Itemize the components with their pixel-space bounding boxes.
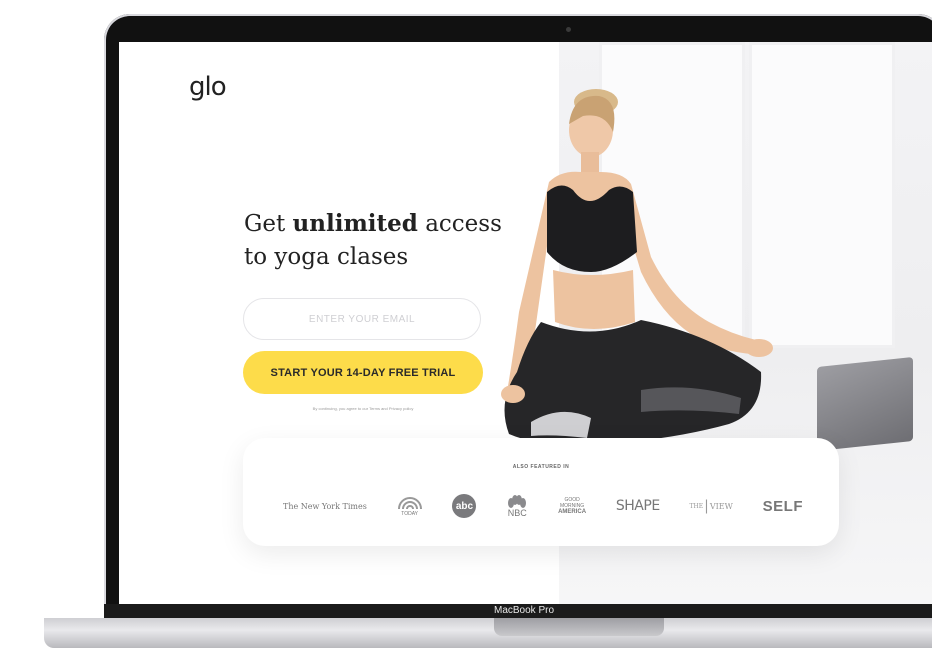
view-the: THE bbox=[689, 502, 704, 510]
gma-logo: GOOD MORNING AMERICA bbox=[558, 497, 586, 515]
press-logos: The New York Times TODAY abc NBC GOOD MO… bbox=[283, 486, 803, 526]
laptop-notch bbox=[494, 618, 664, 636]
today-rainbow-icon bbox=[397, 497, 422, 510]
self-logo: SELF bbox=[762, 497, 803, 515]
nyt-logo: The New York Times bbox=[283, 501, 367, 511]
email-input[interactable] bbox=[243, 298, 481, 340]
shape-logo: SHAPE bbox=[615, 498, 660, 514]
nbc-label: NBC bbox=[507, 508, 527, 518]
headline-bold: unlimited bbox=[292, 210, 418, 237]
headline-prefix: Get bbox=[244, 211, 293, 237]
laptop-bezel-bottom: MacBook Pro bbox=[104, 604, 932, 618]
screen: glo Get unlimited access to yoga clases … bbox=[119, 42, 932, 604]
featured-label: ALSO FEATURED IN bbox=[512, 464, 570, 470]
camera-dot bbox=[566, 27, 571, 32]
headline-line2: to yoga clases bbox=[244, 244, 409, 270]
the-view-logo: THE | VIEW bbox=[689, 498, 733, 514]
brand-logo[interactable]: glo bbox=[189, 72, 227, 102]
laptop-base bbox=[44, 618, 932, 648]
background-laptop bbox=[817, 356, 913, 452]
yoga-woman-image bbox=[501, 89, 773, 445]
abc-logo: abc bbox=[452, 494, 477, 518]
device-label: MacBook Pro bbox=[493, 605, 555, 616]
today-logo: TODAY bbox=[397, 495, 423, 517]
nbc-logo: NBC bbox=[506, 494, 528, 518]
today-label: TODAY bbox=[401, 511, 419, 517]
abc-label: abc bbox=[455, 500, 474, 512]
headline: Get unlimited access to yoga clases bbox=[244, 207, 514, 274]
featured-in-card: ALSO FEATURED IN The New York Times TODA… bbox=[243, 438, 839, 546]
start-trial-button[interactable]: START YOUR 14-DAY FREE TRIAL bbox=[243, 351, 483, 394]
headline-suffix: access bbox=[417, 211, 502, 237]
view-view: VIEW bbox=[709, 501, 733, 511]
disclaimer-text: By continuing, you agree to our Terms an… bbox=[312, 406, 414, 411]
nbc-peacock-icon bbox=[508, 495, 527, 508]
gma-line3: AMERICA bbox=[558, 509, 587, 515]
